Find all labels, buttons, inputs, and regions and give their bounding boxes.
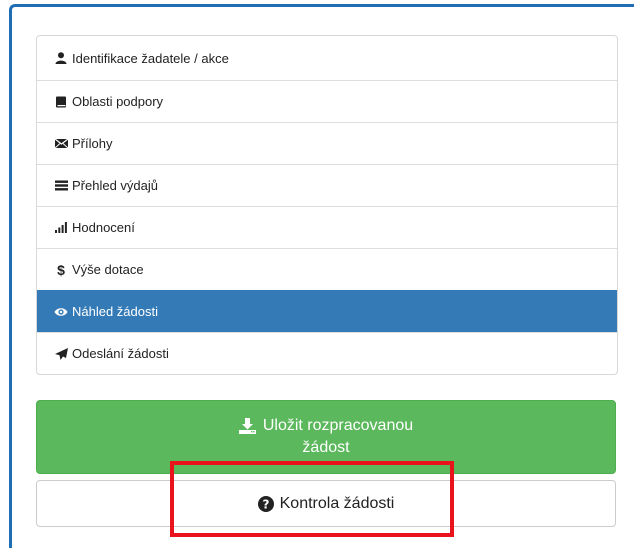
nav-item-label: Náhled žádosti: [72, 304, 158, 319]
nav-item-label: Hodnocení: [72, 220, 135, 235]
svg-text:?: ?: [262, 497, 269, 511]
nav-item-oblasti[interactable]: Oblasti podpory: [37, 80, 617, 122]
nav-item-vyse-dotace[interactable]: $ Výše dotace: [37, 248, 617, 290]
dollar-icon: $: [57, 261, 65, 278]
book-icon: [54, 95, 68, 109]
envelope-icon: [54, 137, 68, 151]
user-icon: [54, 51, 68, 65]
nav-item-identifikace[interactable]: Identifikace žadatele / akce: [37, 36, 617, 80]
question-circle-icon: ?: [257, 495, 274, 512]
signal-icon: [54, 221, 68, 235]
nav-item-label: Přehled výdajů: [72, 178, 158, 193]
save-label-line2: žádost: [302, 439, 350, 456]
wizard-nav: Identifikace žadatele / akce Oblasti pod…: [36, 35, 618, 375]
nav-item-nahled-zadosti[interactable]: Náhled žádosti: [37, 290, 617, 332]
nav-item-prehled-vydaju[interactable]: Přehled výdajů: [37, 164, 617, 206]
save-label-line1: Uložit rozpracovanou: [262, 417, 414, 434]
nav-item-odeslani-zadosti[interactable]: Odeslání žádosti: [37, 332, 617, 374]
download-icon: [238, 418, 256, 434]
nav-item-label: Odeslání žádosti: [72, 346, 169, 361]
list-icon: [54, 179, 68, 193]
nav-item-hodnoceni[interactable]: Hodnocení: [37, 206, 617, 248]
save-draft-button[interactable]: Uložit rozpracovanou žádost: [36, 400, 616, 474]
check-application-button[interactable]: ? Kontrola žádosti: [36, 480, 616, 527]
nav-item-label: Přílohy: [72, 136, 113, 151]
check-button-label: Kontrola žádosti: [279, 494, 395, 512]
nav-item-label: Výše dotace: [72, 262, 144, 277]
nav-item-label: Identifikace žadatele / akce: [72, 50, 229, 66]
nav-item-label: Oblasti podpory: [72, 94, 164, 109]
nav-item-prilohy[interactable]: Přílohy: [37, 122, 617, 164]
eye-icon: [54, 305, 68, 319]
send-icon: [54, 347, 68, 361]
